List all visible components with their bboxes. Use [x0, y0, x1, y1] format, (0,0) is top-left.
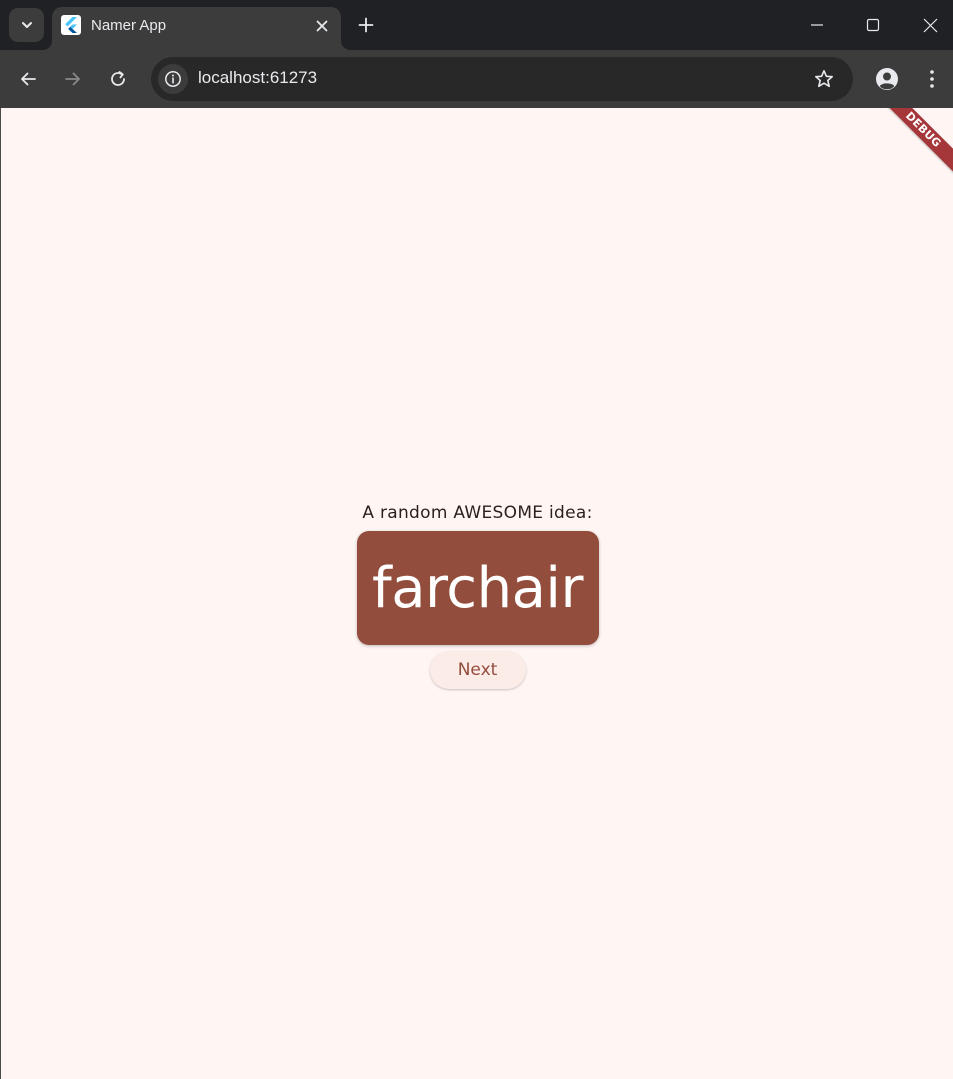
tab-strip: Namer App [0, 0, 953, 50]
close-window-icon [923, 18, 937, 32]
close-window-button[interactable] [913, 8, 947, 42]
star-icon [815, 70, 833, 88]
browser-tab[interactable]: Namer App [42, 7, 351, 50]
idea-label: A random AWESOME idea: [362, 503, 593, 523]
tab-close-button[interactable] [311, 15, 333, 37]
arrow-right-icon [65, 72, 80, 86]
profile-button[interactable] [870, 62, 904, 96]
new-tab-button[interactable] [352, 11, 380, 39]
maximize-button[interactable] [856, 8, 890, 42]
flutter-logo-icon [61, 15, 81, 35]
address-bar[interactable]: localhost:61273 [151, 57, 853, 101]
debug-banner: DEBUG [877, 108, 953, 176]
tab-title: Namer App [91, 17, 167, 34]
maximize-icon [866, 18, 880, 32]
back-button[interactable] [11, 62, 45, 96]
browser-toolbar: localhost:61273 [0, 50, 953, 108]
site-info-button[interactable] [158, 64, 188, 94]
content-column: A random AWESOME idea: farchair Next [1, 501, 953, 689]
close-icon [316, 20, 328, 32]
page-viewport: DEBUG A random AWESOME idea: farchair Ne… [0, 108, 953, 1079]
reload-button[interactable] [101, 62, 135, 96]
next-button[interactable]: Next [429, 651, 526, 689]
reload-icon [111, 71, 125, 86]
url-text[interactable]: localhost:61273 [198, 68, 317, 88]
arrow-left-icon [21, 72, 36, 86]
minimize-button[interactable] [800, 8, 834, 42]
chevron-down-icon [21, 22, 32, 28]
forward-button[interactable] [56, 62, 90, 96]
profile-icon [876, 68, 898, 90]
bookmark-button[interactable] [811, 66, 837, 92]
info-icon [165, 71, 181, 87]
minimize-icon [811, 24, 823, 26]
word-pair-text: farchair [371, 555, 584, 621]
tab-search-button[interactable] [9, 8, 44, 42]
browser-menu-button[interactable] [915, 62, 949, 96]
kebab-menu-icon [930, 70, 934, 88]
word-card: farchair [356, 531, 599, 645]
plus-icon [358, 17, 374, 33]
